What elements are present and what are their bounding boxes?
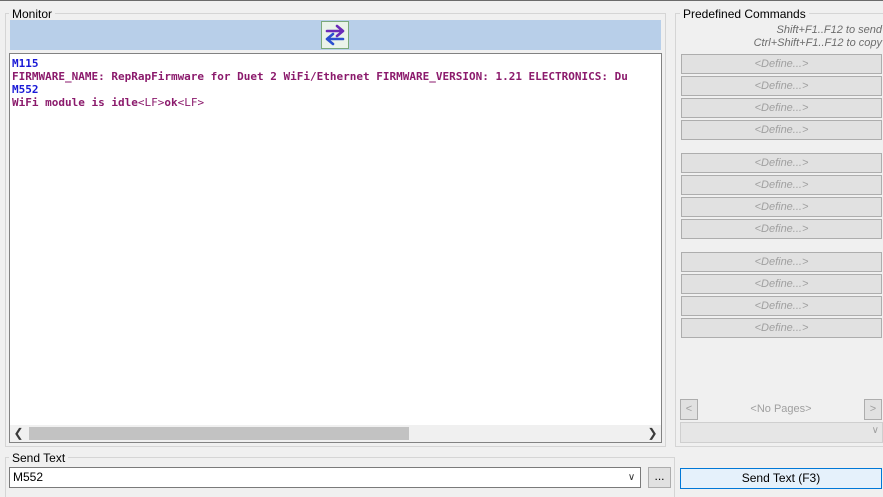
monitor-log[interactable]: M115 FIRMWARE_NAME: RepRapFirmware for Du… <box>9 53 662 443</box>
define-command-button[interactable]: <Define...> <box>681 219 882 239</box>
chevron-left-icon[interactable]: ❮ <box>10 425 27 442</box>
prev-page-button[interactable]: < <box>680 399 698 420</box>
swap-button[interactable] <box>321 21 349 49</box>
define-command-button[interactable]: <Define...> <box>681 54 882 74</box>
log-line: M115 <box>12 57 39 70</box>
shortcut-hint-send: Shift+F1..F12 to send <box>776 24 882 36</box>
log-line: M552 <box>12 83 39 96</box>
define-command-button[interactable]: <Define...> <box>681 197 882 217</box>
define-command-button[interactable]: <Define...> <box>681 153 882 173</box>
history-more-button[interactable]: ... <box>648 467 671 488</box>
predefined-commands-title: Predefined Commands <box>680 7 809 21</box>
swap-arrows-icon <box>325 24 345 46</box>
send-text-title: Send Text <box>9 451 69 465</box>
log-text: WiFi module is idle <box>12 96 138 109</box>
define-command-button[interactable]: <Define...> <box>681 175 882 195</box>
chevron-down-icon: ∨ <box>871 425 879 436</box>
pages-navigator: < <No Pages> > <box>680 399 882 420</box>
define-command-button[interactable]: <Define...> <box>681 318 882 338</box>
pages-label: <No Pages> <box>750 403 812 415</box>
scrollbar-thumb[interactable] <box>29 427 409 440</box>
chevron-down-icon[interactable]: ∨ <box>623 468 640 487</box>
horizontal-scrollbar[interactable]: ❮ ❯ <box>10 425 661 442</box>
control-char: <LF> <box>177 96 205 109</box>
log-line: FIRMWARE_NAME: RepRapFirmware for Duet 2… <box>12 70 628 83</box>
log-lines: M115 FIRMWARE_NAME: RepRapFirmware for Du… <box>12 57 661 109</box>
send-text-value: M552 <box>13 470 44 484</box>
window-top-border <box>0 0 883 4</box>
define-command-button[interactable]: <Define...> <box>681 252 882 272</box>
page-select[interactable]: ∨ <box>680 422 883 443</box>
define-command-button[interactable]: <Define...> <box>681 98 882 118</box>
define-command-button[interactable]: <Define...> <box>681 120 882 140</box>
control-char: <LF> <box>137 96 165 109</box>
chevron-right-icon[interactable]: ❯ <box>644 425 661 442</box>
shortcut-hint-copy: Ctrl+Shift+F1..F12 to copy <box>753 37 882 49</box>
send-text-button[interactable]: Send Text (F3) <box>680 468 882 489</box>
send-text-combobox[interactable]: M552 ∨ <box>9 467 641 488</box>
log-text: ok <box>164 96 178 109</box>
log-line: WiFi module is idle<LF>ok<LF> <box>12 96 661 109</box>
next-page-button[interactable]: > <box>864 399 882 420</box>
define-command-button[interactable]: <Define...> <box>681 274 882 294</box>
define-command-button[interactable]: <Define...> <box>681 296 882 316</box>
define-command-button[interactable]: <Define...> <box>681 76 882 96</box>
monitor-title: Monitor <box>9 7 56 21</box>
